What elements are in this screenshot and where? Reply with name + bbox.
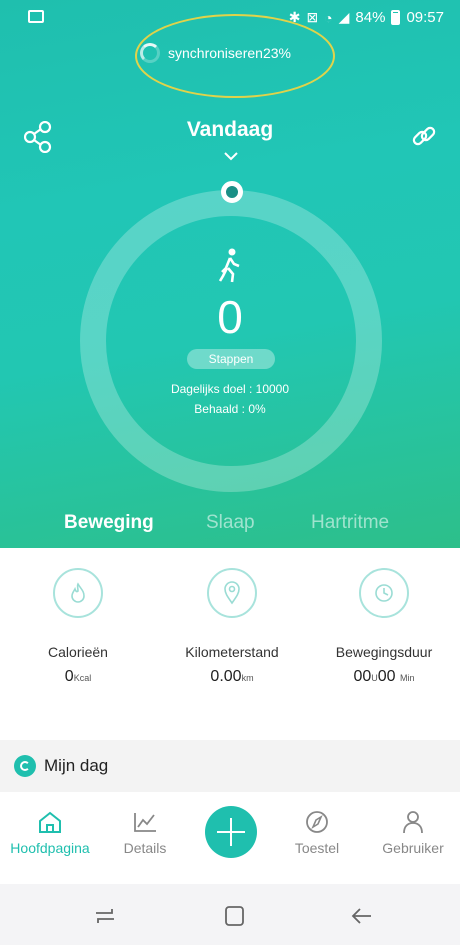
status-icons: ✱ ⊠ ◔ ◢ 84% 09:57 (289, 9, 444, 26)
add-button[interactable] (205, 806, 257, 858)
mute-icon: ⊠ (306, 9, 319, 25)
nav-device[interactable]: Toestel (286, 810, 348, 856)
metric-value: 0.00km (162, 668, 302, 686)
image-notification-icon (28, 10, 44, 23)
clock-icon (375, 584, 393, 602)
metric-value: 0Kcal (8, 668, 148, 686)
flame-icon (71, 582, 85, 603)
duration-hours-value: 00 (353, 668, 372, 685)
user-icon (403, 811, 423, 834)
chart-icon (134, 813, 156, 832)
distance-value: 0.00 (210, 668, 242, 685)
chevron-down-icon[interactable] (223, 150, 239, 162)
steps-label-badge: Stappen (187, 349, 275, 369)
duration-minutes-value: 00 (377, 668, 396, 685)
sync-label: synchroniseren23% (168, 45, 291, 61)
nav-user-label: Gebruiker (382, 840, 444, 856)
location-pin-icon (224, 581, 240, 605)
activity-tabs: Beweging Slaap Hartritme (0, 512, 460, 542)
steps-count: 0 (217, 291, 243, 343)
metric-label: Kilometerstand (185, 644, 279, 660)
nav-device-label: Toestel (294, 840, 340, 856)
back-arrow-icon[interactable] (349, 904, 375, 928)
tab-hartritme[interactable]: Hartritme (311, 512, 389, 534)
tab-slaap[interactable]: Slaap (206, 512, 255, 534)
status-bar: ✱ ⊠ ◔ ◢ 84% 09:57 (0, 0, 460, 36)
distance-unit: km (241, 673, 254, 683)
bluetooth-icon: ✱ (288, 9, 301, 25)
metric-duration[interactable]: Bewegingsduur 00U00 Min (314, 568, 454, 686)
metric-label: Bewegingsduur (335, 644, 433, 660)
recent-apps-icon[interactable] (92, 904, 118, 928)
metrics-panel: Calorieën 0Kcal Kilometerstand 0.00km Be… (0, 548, 460, 738)
signal-icon: ◢ (338, 9, 350, 25)
daily-goal: Dagelijks doel : 10000 (170, 382, 290, 396)
home-icon (39, 811, 61, 833)
metric-label: Calorieën (48, 644, 108, 660)
calories-unit: Kcal (73, 673, 92, 683)
battery-percent: 84% (355, 9, 386, 26)
home-system-icon[interactable] (221, 904, 247, 928)
sync-status: synchroniseren23% (140, 38, 291, 68)
my-day-section[interactable]: Mijn dag (0, 740, 460, 792)
sync-spinner-icon (140, 43, 160, 63)
metric-value: 00U00 Min (314, 668, 454, 686)
walking-person-icon (218, 248, 240, 283)
link-icon[interactable] (410, 122, 438, 150)
page-title[interactable]: Vandaag (0, 118, 460, 142)
calories-value: 0 (64, 668, 74, 685)
wifi-icon: ◔ (324, 9, 333, 26)
my-day-label: Mijn dag (44, 756, 109, 775)
tab-beweging[interactable]: Beweging (64, 512, 154, 534)
nav-details[interactable]: Details (112, 810, 178, 856)
compass-icon (306, 811, 328, 833)
location-pin-icon-circle (207, 568, 257, 618)
nav-home[interactable]: Hoofdpagina (4, 810, 96, 856)
progress-ring-indicator (221, 181, 243, 203)
flame-icon-circle (53, 568, 103, 618)
hero-panel: ✱ ⊠ ◔ ◢ 84% 09:57 synchroniseren23% Vand… (0, 0, 460, 548)
achieved-percent: Behaald : 0% (194, 402, 266, 416)
app-screen: ✱ ⊠ ◔ ◢ 84% 09:57 synchroniseren23% Vand… (0, 0, 460, 945)
duration-minutes-unit: Min (400, 673, 415, 683)
nav-home-label: Hoofdpagina (10, 840, 90, 856)
system-navigation-bar (0, 884, 460, 945)
metric-distance[interactable]: Kilometerstand 0.00km (162, 568, 302, 686)
metric-calories[interactable]: Calorieën 0Kcal (8, 568, 148, 686)
nav-user[interactable]: Gebruiker (372, 810, 454, 856)
clock-icon-circle (359, 568, 409, 618)
battery-icon (391, 10, 401, 25)
my-day-icon (14, 755, 36, 777)
clock-time: 09:57 (406, 9, 444, 26)
nav-details-label: Details (123, 840, 167, 856)
